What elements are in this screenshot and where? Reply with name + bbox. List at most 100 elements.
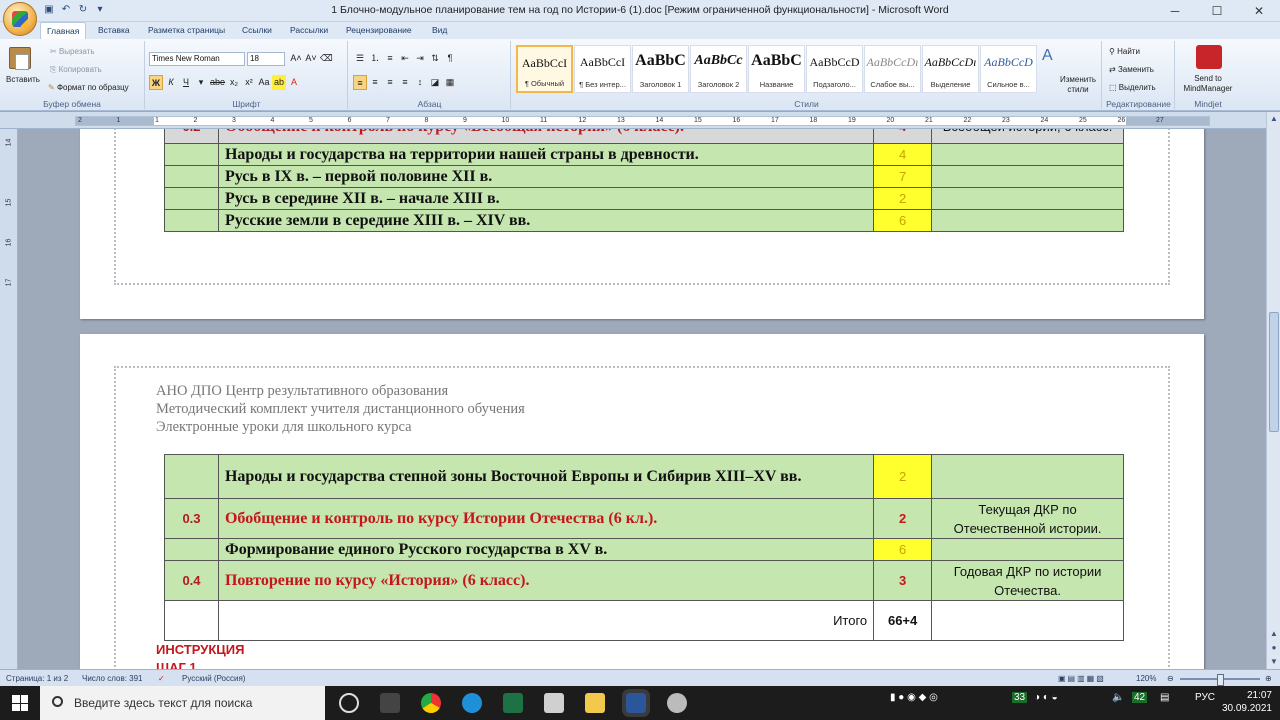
grow-font-icon[interactable]: A˄ xyxy=(289,51,303,66)
document-area[interactable]: 0.2 Обобщение и контроль по курсу «Всеоб… xyxy=(18,129,1266,669)
language[interactable]: Русский (Россия) xyxy=(182,674,245,683)
shading-icon[interactable]: ◪ xyxy=(428,75,442,90)
tab-review[interactable]: Рецензирование xyxy=(346,25,412,35)
minimize-button[interactable]: ─ xyxy=(1154,0,1196,22)
vertical-scrollbar[interactable]: ▲ ▲ ● ▼ xyxy=(1266,112,1280,669)
style-normal[interactable]: AaBbCcI ¶ Обычный xyxy=(516,45,573,93)
zoom-out-icon[interactable]: ⊖ xyxy=(1167,674,1174,683)
tray-icons[interactable]: ◑ ◐ ◒ xyxy=(1034,692,1058,703)
increase-indent-icon[interactable]: ⇥ xyxy=(413,51,427,66)
spelling-icon[interactable]: ✓ xyxy=(158,674,165,683)
tab-page-layout[interactable]: Разметка страницы xyxy=(148,25,225,35)
change-styles-icon[interactable]: A xyxy=(1042,47,1053,65)
bold-icon[interactable]: Ж xyxy=(149,75,163,90)
view-buttons-icon[interactable]: ▣▤▥▦▧ xyxy=(1058,674,1106,683)
word-icon[interactable] xyxy=(622,689,650,717)
page-count[interactable]: Страница: 1 из 2 xyxy=(6,674,68,683)
settings-icon[interactable] xyxy=(667,693,687,713)
word-count[interactable]: Число слов: 391 xyxy=(82,674,142,683)
tab-home[interactable]: Главная xyxy=(40,22,87,39)
horizontal-ruler[interactable]: 2 1 1 2 3 4 5 6 7 8 9 10 11 12 13 14 15 16 17 18 19 20 21 22 23 2… xyxy=(0,112,1280,129)
font-name-select[interactable]: Times New Roman xyxy=(149,52,245,66)
next-page-icon[interactable]: ▼ xyxy=(1267,655,1280,669)
underline-icon[interactable]: Ч xyxy=(179,75,193,90)
format-painter-button[interactable]: ✎ Формат по образцу xyxy=(48,83,129,92)
cut-button[interactable]: ✂ Вырезать xyxy=(50,47,95,56)
tab-references[interactable]: Ссылки xyxy=(242,25,272,35)
multilevel-list-icon[interactable]: ≡ xyxy=(383,51,397,66)
office-button[interactable] xyxy=(3,2,37,36)
ribbon-tabs: Главная Вставка Разметка страницы Ссылки… xyxy=(0,22,1280,39)
close-button[interactable]: ✕ xyxy=(1238,0,1280,22)
subscript-icon[interactable]: x₂ xyxy=(227,75,241,90)
font-color-icon[interactable]: A xyxy=(287,75,301,90)
paste-icon[interactable] xyxy=(9,47,31,70)
clear-format-icon[interactable]: ⌫ xyxy=(319,51,334,66)
tab-view[interactable]: Вид xyxy=(432,25,447,35)
style-no-spacing[interactable]: AaBbCcI ¶ Без интер... xyxy=(574,45,631,93)
shrink-font-icon[interactable]: A˅ xyxy=(304,51,318,66)
replace-button[interactable]: ⇄ Заменить xyxy=(1109,65,1154,74)
copy-button[interactable]: ⎘ Копировать xyxy=(50,65,102,75)
volume-icon[interactable]: 🔈 xyxy=(1112,692,1124,703)
borders-icon[interactable]: ▦ xyxy=(443,75,457,90)
tab-insert[interactable]: Вставка xyxy=(98,25,130,35)
tray-badge[interactable]: 33 xyxy=(1012,692,1028,703)
scrollbar-thumb[interactable] xyxy=(1269,312,1279,432)
zoom-in-icon[interactable]: ⊕ xyxy=(1265,674,1272,683)
bullets-icon[interactable]: ☰ xyxy=(353,51,367,66)
align-center-icon[interactable]: ≡ xyxy=(368,75,382,90)
change-styles-button[interactable]: Изменить стили xyxy=(1058,75,1098,95)
style-title[interactable]: AaBbC Название xyxy=(748,45,805,93)
vertical-ruler[interactable]: 14 15 16 17 xyxy=(0,129,18,669)
prev-page-icon[interactable]: ▲ xyxy=(1267,627,1280,641)
windows-start-icon[interactable] xyxy=(12,695,28,711)
network-icon[interactable]: ▤ xyxy=(1160,692,1169,703)
font-size-select[interactable]: 18 xyxy=(247,52,285,66)
file-explorer-icon[interactable] xyxy=(585,693,605,713)
italic-icon[interactable]: К xyxy=(164,75,178,90)
underline-dropdown-icon[interactable]: ▾ xyxy=(194,75,208,90)
align-right-icon[interactable]: ≡ xyxy=(383,75,397,90)
send-to-mindmanager-button[interactable]: Send to MindManager xyxy=(1178,74,1238,94)
system-clock[interactable]: 21:07 30.09.2021 xyxy=(1222,689,1272,715)
zoom-level[interactable]: 120% xyxy=(1136,674,1156,683)
style-heading-1[interactable]: AaBbC Заголовок 1 xyxy=(632,45,689,93)
select-button[interactable]: ⬚ Выделить xyxy=(1109,83,1156,92)
find-button[interactable]: ⚲ Найти xyxy=(1109,47,1140,56)
ruler-number: 17 xyxy=(771,117,779,124)
style-subtle-emphasis[interactable]: AaBbCcDı Слабое вы... xyxy=(864,45,921,93)
decrease-indent-icon[interactable]: ⇤ xyxy=(398,51,412,66)
superscript-icon[interactable]: x² xyxy=(242,75,256,90)
input-language[interactable]: РУС xyxy=(1195,692,1215,703)
chrome-icon[interactable] xyxy=(421,693,441,713)
style-heading-2[interactable]: AaBbCc Заголовок 2 xyxy=(690,45,747,93)
style-intense-emphasis[interactable]: AaBbCcD Сильное в... xyxy=(980,45,1037,93)
app-icon[interactable] xyxy=(380,693,400,713)
taskbar-search[interactable]: Введите здесь текст для поиска xyxy=(40,686,325,720)
line-spacing-icon[interactable]: ↕ xyxy=(413,75,427,90)
scroll-up-icon[interactable]: ▲ xyxy=(1267,112,1280,126)
select-browse-object-icon[interactable]: ● xyxy=(1267,641,1280,655)
paste-button[interactable]: Вставить xyxy=(6,75,40,84)
style-subtitle[interactable]: AaBbCcD Подзаголо... xyxy=(806,45,863,93)
style-emphasis[interactable]: AaBbCcDı Выделение xyxy=(922,45,979,93)
justify-icon[interactable]: ≡ xyxy=(398,75,412,90)
tray-app-icons[interactable]: ▮ ● ◉ ◆ ◎ xyxy=(890,692,938,703)
align-left-icon[interactable]: ≡ xyxy=(353,75,367,90)
maximize-button[interactable]: ☐ xyxy=(1196,0,1238,22)
strikethrough-icon[interactable]: abe xyxy=(209,75,226,90)
excel-icon[interactable] xyxy=(503,693,523,713)
highlight-icon[interactable]: ab xyxy=(272,75,287,90)
change-case-icon[interactable]: Aa xyxy=(257,75,271,90)
tray-badge[interactable]: 42 xyxy=(1132,692,1148,703)
tab-mailings[interactable]: Рассылки xyxy=(290,25,328,35)
mindmanager-icon[interactable] xyxy=(1196,45,1222,69)
numbering-icon[interactable]: ⒈ xyxy=(368,51,382,66)
app-icon[interactable] xyxy=(544,693,564,713)
sort-icon[interactable]: ⇅ xyxy=(428,51,442,66)
show-marks-icon[interactable]: ¶ xyxy=(443,51,457,66)
zoom-slider[interactable] xyxy=(1180,674,1260,686)
task-view-icon[interactable] xyxy=(339,693,359,713)
edge-icon[interactable] xyxy=(462,693,482,713)
